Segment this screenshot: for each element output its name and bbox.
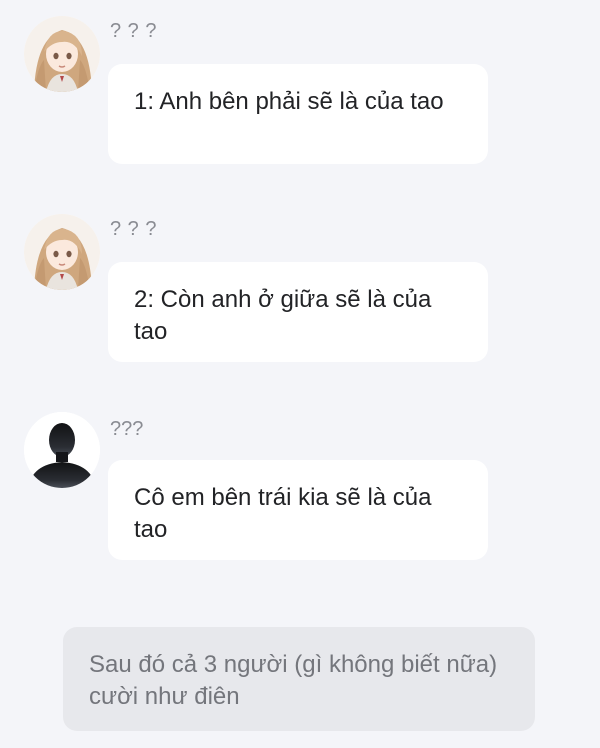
message-bubble[interactable]: 1: Anh bên phải sẽ là của tao	[108, 64, 488, 164]
message-bubble[interactable]: Cô em bên trái kia sẽ là của tao	[108, 460, 488, 560]
anime-girl-avatar-icon[interactable]	[24, 16, 100, 92]
sender-name: ? ? ?	[110, 218, 157, 240]
anime-girl-avatar-icon[interactable]	[24, 214, 100, 290]
sender-name: ? ? ?	[110, 20, 157, 42]
sender-name: ???	[110, 418, 144, 440]
message-bubble[interactable]: 2: Còn anh ở giữa sẽ là của tao	[108, 262, 488, 362]
silhouette-avatar-icon[interactable]	[24, 412, 100, 488]
narration-bubble: Sau đó cả 3 người (gì không biết nữa) cư…	[63, 627, 535, 731]
